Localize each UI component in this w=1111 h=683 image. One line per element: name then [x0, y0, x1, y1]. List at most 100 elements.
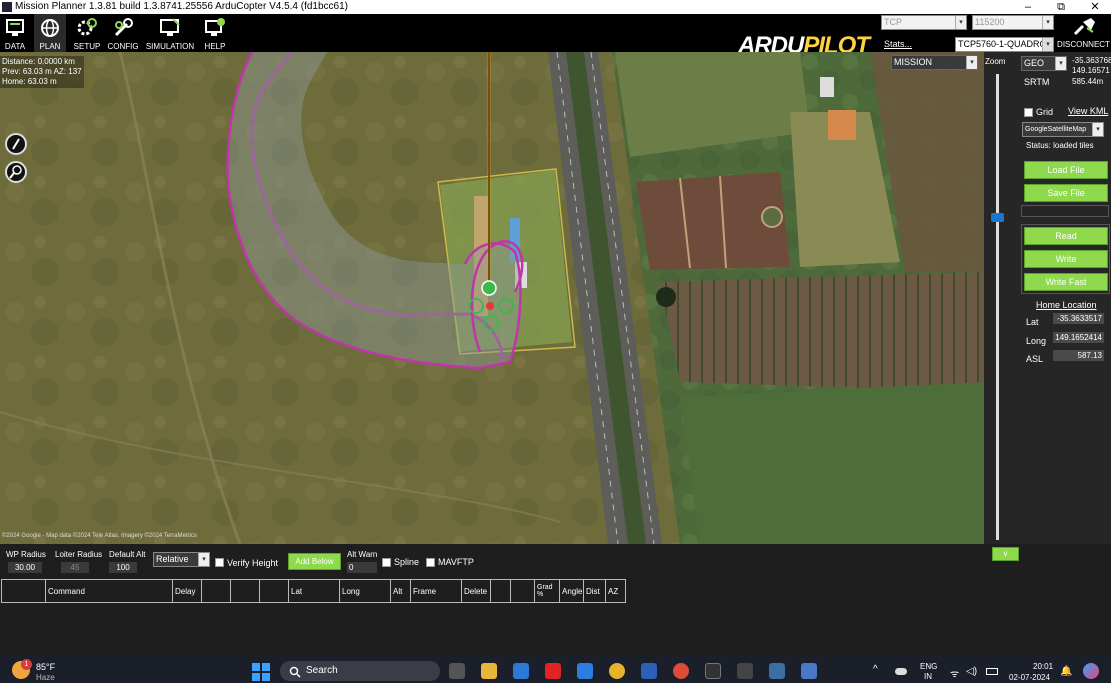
srtm-label: SRTM — [1024, 77, 1050, 87]
loiter-radius-label: Loiter Radius — [55, 550, 103, 559]
map-status: Status: loaded tiles — [1026, 141, 1094, 150]
zoom-slider-thumb[interactable] — [991, 213, 1004, 222]
load-file-button[interactable]: Load File — [1024, 161, 1108, 179]
youtube-icon[interactable] — [545, 663, 561, 679]
add-below-button[interactable]: Add Below — [288, 553, 341, 570]
home-location-link[interactable]: Home Location — [1036, 300, 1097, 310]
todo-icon[interactable] — [513, 663, 529, 679]
map-distance-info: Distance: 0.0000 km Prev: 63.03 m AZ: 13… — [0, 56, 84, 88]
verify-height-checkbox[interactable] — [215, 558, 224, 567]
col-frame[interactable]: Frame — [410, 579, 462, 603]
map-provider-select[interactable]: GoogleSatelliteMap ▾ — [1022, 122, 1104, 137]
collapse-button[interactable]: v — [992, 547, 1019, 561]
close-button[interactable]: ✕ — [1081, 0, 1109, 14]
menu-data[interactable]: DATA — [0, 14, 30, 52]
chrome-icon[interactable] — [609, 663, 625, 679]
maximize-button[interactable]: ⧉ — [1047, 0, 1075, 14]
menu-plan[interactable]: PLAN — [34, 14, 66, 52]
menu-bar: DATA PLAN SETUP CONFIG SIMULATION HELP A… — [0, 14, 1111, 59]
coord-type-select[interactable]: GEO ▾ — [1021, 56, 1067, 71]
col-up[interactable] — [490, 579, 511, 603]
alt-warn-input[interactable]: 0 — [347, 562, 377, 573]
chevron-up-icon[interactable]: ^ — [873, 664, 878, 675]
chrome-profile-icon[interactable] — [673, 663, 689, 679]
file-panel-divider — [1021, 205, 1109, 217]
baud-rate-select[interactable]: 115200 ▾ — [972, 15, 1054, 30]
menu-config[interactable]: CONFIG — [106, 14, 140, 52]
disconnect-button[interactable]: DISCONNECT — [1056, 16, 1111, 50]
col-delete[interactable]: Delete — [461, 579, 491, 603]
clock-time[interactable]: 20:01 — [1033, 662, 1053, 671]
col-angle[interactable]: Angle — [559, 579, 584, 603]
vscode-icon[interactable] — [577, 663, 593, 679]
loiter-radius-input[interactable]: 45 — [61, 562, 89, 573]
col-command[interactable]: Command — [45, 579, 173, 603]
monitor-icon — [6, 19, 24, 36]
menu-help[interactable]: HELP — [200, 14, 230, 52]
copilot-icon[interactable] — [1083, 663, 1099, 679]
chevron-down-icon: ▾ — [966, 56, 977, 69]
col-grad[interactable]: Grad % — [534, 579, 560, 603]
snipping-icon[interactable] — [801, 663, 817, 679]
volume-icon[interactable]: ◁) — [966, 666, 977, 677]
mavftp-checkbox[interactable] — [426, 558, 435, 567]
windows-start-icon[interactable] — [252, 663, 270, 681]
col-delay[interactable]: Delay — [172, 579, 202, 603]
verify-height-label: Verify Height — [227, 558, 279, 568]
col-long[interactable]: Long — [339, 579, 391, 603]
battery-icon[interactable] — [986, 668, 998, 675]
col-alt[interactable]: Alt — [390, 579, 411, 603]
menu-simulation[interactable]: SIMULATION — [144, 14, 196, 52]
col-lat[interactable]: Lat — [288, 579, 340, 603]
connection-type-select[interactable]: TCP ▾ — [881, 15, 967, 30]
word-icon[interactable] — [641, 663, 657, 679]
stats-link[interactable]: Stats... — [884, 39, 912, 49]
view-kml-link[interactable]: View KML — [1068, 106, 1108, 116]
col-dist[interactable]: Dist — [583, 579, 606, 603]
waypoint-table[interactable]: Command Delay Lat Long Alt Frame Delete … — [1, 579, 626, 603]
spline-checkbox[interactable] — [382, 558, 391, 567]
home-asl-value[interactable]: 587.13 — [1053, 350, 1104, 361]
flight-mode-select[interactable]: MISSION ▾ — [891, 55, 978, 70]
task-view-icon[interactable] — [449, 663, 465, 679]
col-az[interactable]: AZ — [605, 579, 626, 603]
default-alt-label: Default Alt — [109, 550, 146, 559]
compass-button[interactable] — [5, 133, 27, 155]
map-view[interactable] — [0, 52, 984, 544]
link-select[interactable]: TCP5760-1-QUADROTI ▾ — [955, 37, 1054, 52]
cloud-icon[interactable] — [895, 668, 907, 675]
app-window-icon[interactable] — [769, 663, 785, 679]
wp-radius-input[interactable]: 30.00 — [8, 562, 42, 573]
globe-icon — [41, 19, 59, 37]
zoom-label: Zoom — [985, 57, 1006, 66]
menu-setup[interactable]: SETUP — [70, 14, 104, 52]
col-param4[interactable] — [259, 579, 289, 603]
satellite-map[interactable] — [0, 52, 984, 544]
col-param2[interactable] — [201, 579, 231, 603]
default-alt-input[interactable]: 100 — [109, 562, 137, 573]
mission-planner-icon[interactable] — [737, 663, 753, 679]
write-fast-button[interactable]: Write Fast — [1024, 273, 1108, 291]
zoom-slider-track[interactable] — [996, 74, 999, 540]
col-index[interactable] — [1, 579, 46, 603]
language-label[interactable]: ENG — [920, 662, 937, 671]
home-lat-label: Lat — [1026, 317, 1039, 327]
home-long-label: Long — [1026, 336, 1047, 346]
alt-frame-select[interactable]: Relative ▾ — [153, 552, 210, 567]
file-explorer-icon[interactable] — [481, 663, 497, 679]
home-long-value[interactable]: 149.1652414 — [1053, 332, 1104, 343]
home-lat-value[interactable]: -35.3633517 — [1053, 313, 1104, 324]
bell-icon[interactable]: 🔔 — [1060, 666, 1072, 677]
taskbar-search[interactable]: Search — [280, 661, 440, 681]
minimize-button[interactable]: – — [1014, 0, 1042, 14]
write-button[interactable]: Write — [1024, 250, 1108, 268]
wifi-icon[interactable]: ᯤ — [950, 666, 959, 680]
grid-checkbox[interactable] — [1024, 108, 1033, 117]
col-down[interactable] — [510, 579, 535, 603]
col-param3[interactable] — [230, 579, 260, 603]
zoom-search-button[interactable] — [5, 161, 27, 183]
read-button[interactable]: Read — [1024, 227, 1108, 245]
save-file-button[interactable]: Save File — [1024, 184, 1108, 202]
clock-date[interactable]: 02-07-2024 — [1009, 673, 1050, 682]
terminal-icon[interactable] — [705, 663, 721, 679]
